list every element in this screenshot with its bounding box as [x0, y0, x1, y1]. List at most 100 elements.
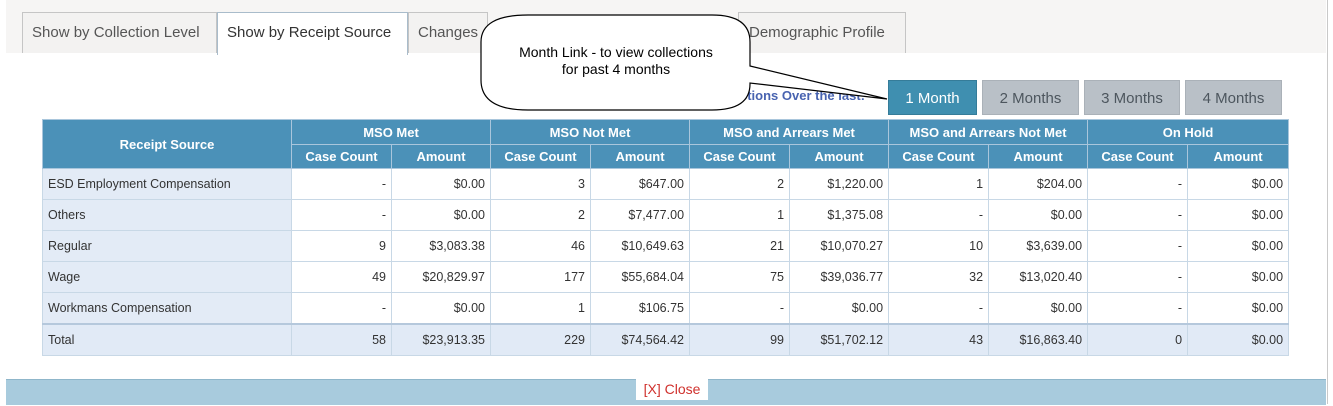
callout-line-1: Month Link - to view collections — [519, 44, 713, 60]
case-count-cell: 43 — [888, 323, 990, 356]
callout-text: Month Link - to view collections for pas… — [496, 44, 736, 78]
amount-cell: $1,220.00 — [789, 168, 890, 200]
tab-receipt-source[interactable]: Show by Receipt Source — [217, 12, 408, 55]
amount-cell: $0.00 — [391, 168, 491, 200]
receipt-source-header: Receipt Source — [42, 119, 292, 169]
case-count-cell: 1 — [689, 199, 791, 231]
amount-cell: $0.00 — [1187, 168, 1290, 200]
four-months-button[interactable]: 4 Months — [1185, 80, 1282, 115]
amount-cell: $3,639.00 — [988, 230, 1089, 262]
case-count-cell: - — [291, 292, 392, 325]
case-count-cell: 99 — [689, 323, 791, 356]
case-count-cell: 9 — [291, 230, 392, 262]
case-count-cell: - — [1087, 292, 1189, 325]
amount-header: Amount — [391, 144, 491, 169]
close-button[interactable]: [X] Close — [636, 378, 708, 400]
amount-header: Amount — [988, 144, 1089, 169]
amount-cell: $3,083.38 — [391, 230, 491, 262]
amount-cell: $7,477.00 — [589, 199, 691, 231]
three-months-button[interactable]: 3 Months — [1084, 80, 1180, 115]
case-count-cell: 3 — [490, 168, 591, 200]
tab-changes[interactable]: Changes — [408, 12, 488, 53]
case-count-cell: 75 — [689, 261, 791, 293]
case-count-header: Case Count — [888, 144, 990, 169]
amount-cell: $0.00 — [988, 292, 1089, 325]
case-count-cell: 1 — [490, 292, 591, 325]
case-count-cell: - — [1087, 168, 1189, 200]
case-count-cell: 177 — [490, 261, 591, 293]
amount-cell: $0.00 — [988, 199, 1089, 231]
amount-cell: $20,829.97 — [391, 261, 491, 293]
case-count-header: Case Count — [291, 144, 392, 169]
amount-cell: $106.75 — [589, 292, 691, 325]
group-header-mso-not-met: MSO Not Met — [489, 119, 691, 145]
one-month-button[interactable]: 1 Month — [888, 80, 977, 115]
table-row: Workmans Compensation - $0.00 1 $106.75- $0.0… — [42, 292, 1290, 325]
group-header-mso-arrears-met: MSO and Arrears Met — [689, 119, 890, 145]
case-count-cell: - — [1087, 199, 1189, 231]
receipt-source-cell: ESD Employment Compensation — [42, 168, 292, 200]
amount-header: Amount — [789, 144, 890, 169]
case-count-cell: - — [1087, 230, 1189, 262]
table-row: Others - $0.00 2 $7,477.00 1 $1,375.08- $0.00- $… — [42, 199, 1290, 231]
table-row: Regular 9 $3,083.38 46 $10,649.63 21 $10,070.2… — [42, 230, 1290, 262]
case-count-header: Case Count — [490, 144, 591, 169]
case-count-cell: 21 — [689, 230, 791, 262]
amount-cell: $0.00 — [1187, 230, 1290, 262]
amount-cell: $0.00 — [1187, 261, 1290, 293]
case-count-cell: 49 — [291, 261, 392, 293]
amount-cell: $23,913.35 — [391, 323, 491, 356]
amount-cell: $51,702.12 — [789, 323, 890, 356]
case-count-cell: 46 — [490, 230, 591, 262]
case-count-cell: - — [888, 292, 990, 325]
amount-cell: $0.00 — [391, 292, 491, 325]
tab-demographic-profile[interactable]: Demographic Profile — [738, 12, 906, 53]
group-header-mso-arrears-not-met: MSO and Arrears Not Met — [888, 119, 1089, 145]
case-count-cell: 32 — [888, 261, 990, 293]
amount-cell: $55,684.04 — [589, 261, 691, 293]
receipt-source-cell: Total — [42, 323, 292, 356]
callout-line-2: for past 4 months — [561, 61, 671, 77]
receipt-source-cell: Regular — [42, 230, 292, 262]
case-count-cell: 10 — [888, 230, 990, 262]
group-header-mso-met: MSO Met — [291, 119, 491, 145]
amount-cell: $10,070.27 — [789, 230, 890, 262]
case-count-cell: 58 — [291, 323, 392, 356]
group-header-on-hold: On Hold — [1087, 119, 1290, 145]
range-label: ctions Over the last: — [740, 88, 865, 103]
case-count-cell: - — [888, 199, 990, 231]
tab-collection-level[interactable]: Show by Collection Level — [22, 12, 217, 53]
amount-cell: $39,036.77 — [789, 261, 890, 293]
two-months-button[interactable]: 2 Months — [982, 80, 1079, 115]
table-body: ESD Employment Compensation - $0.00 3 $647.0… — [42, 168, 1290, 356]
case-count-cell: - — [291, 168, 392, 200]
amount-cell: $204.00 — [988, 168, 1089, 200]
receipt-source-cell: Others — [42, 199, 292, 231]
case-count-cell: - — [291, 199, 392, 231]
case-count-cell: 2 — [490, 199, 591, 231]
receipt-source-cell: Wage — [42, 261, 292, 293]
amount-cell: $13,020.40 — [988, 261, 1089, 293]
case-count-cell: - — [1087, 261, 1189, 293]
total-row: Total 58 $23,913.35 229 $74,564.42 99 $51,702.… — [42, 323, 1290, 356]
amount-cell: $16,863.40 — [988, 323, 1089, 356]
amount-cell: $0.00 — [1187, 323, 1290, 356]
case-count-header: Case Count — [689, 144, 791, 169]
amount-cell: $0.00 — [789, 292, 890, 325]
table-row: Wage 49 $20,829.97 177 $55,684.04 75 $39,036.7… — [42, 261, 1290, 293]
case-count-cell: - — [689, 292, 791, 325]
table-row: ESD Employment Compensation - $0.00 3 $647.0… — [42, 168, 1290, 200]
amount-cell: $74,564.42 — [589, 323, 691, 356]
amount-cell: $0.00 — [1187, 292, 1290, 325]
receipt-source-cell: Workmans Compensation — [42, 292, 292, 325]
amount-cell: $1,375.08 — [789, 199, 890, 231]
case-count-header: Case Count — [1087, 144, 1189, 169]
case-count-cell: 229 — [490, 323, 591, 356]
amount-cell: $0.00 — [391, 199, 491, 231]
case-count-cell: 1 — [888, 168, 990, 200]
amount-header: Amount — [589, 144, 691, 169]
amount-header: Amount — [1187, 144, 1290, 169]
receipt-source-table: Receipt Source MSO Met MSO Not Met MSO a… — [42, 119, 1290, 356]
amount-cell: $10,649.63 — [589, 230, 691, 262]
amount-cell: $0.00 — [1187, 199, 1290, 231]
